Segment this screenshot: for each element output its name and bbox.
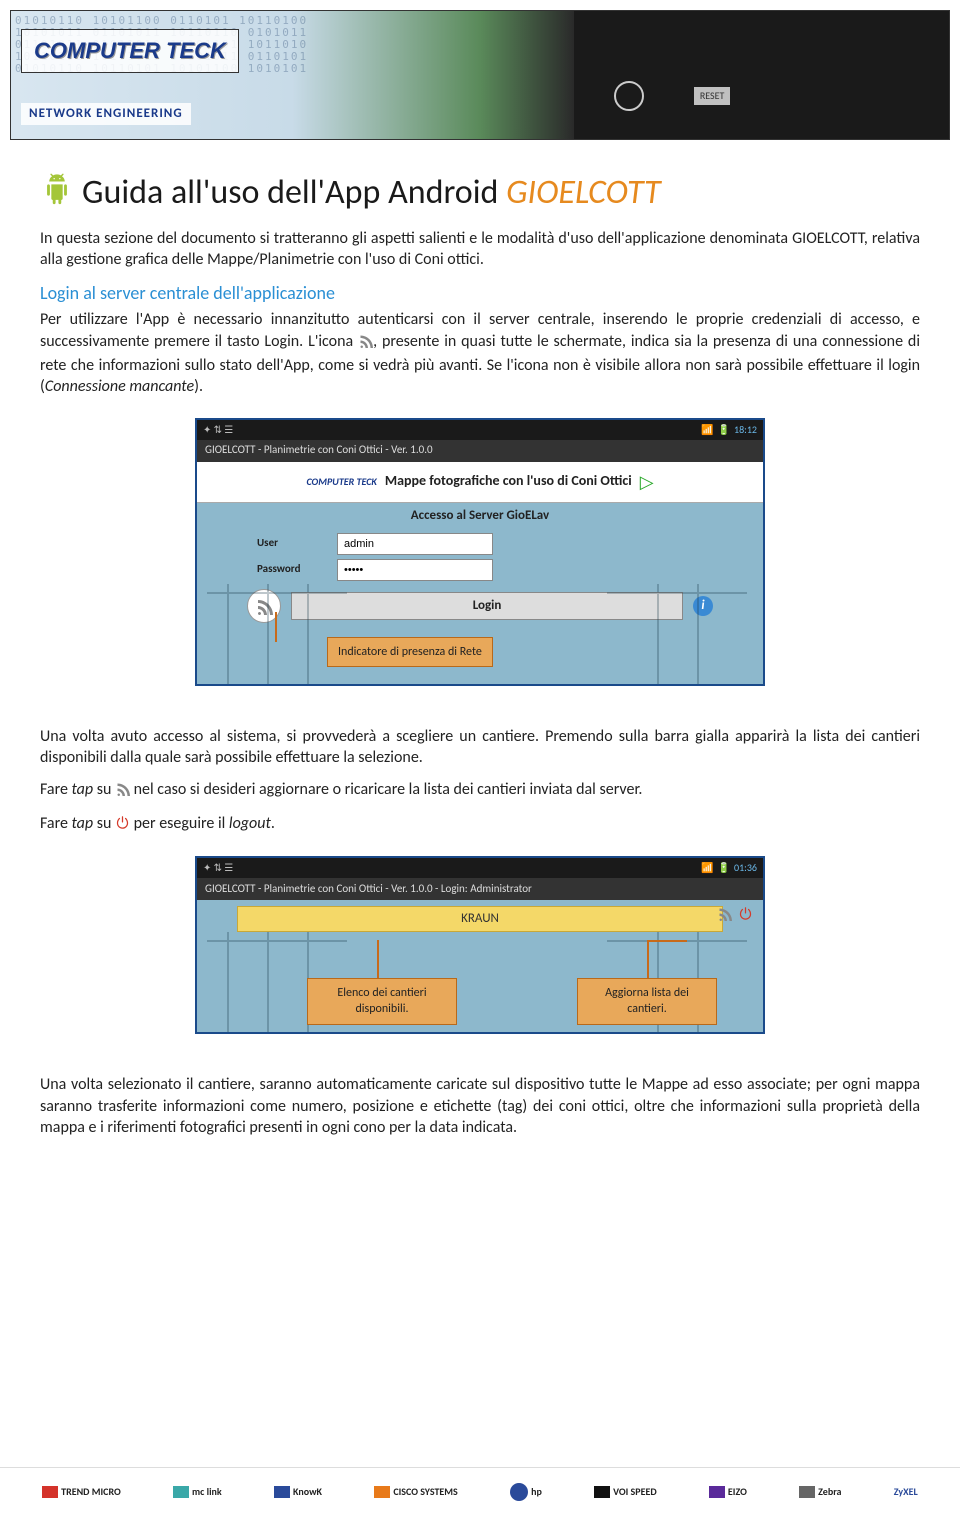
- rss-icon: [115, 781, 130, 803]
- app-titlebar: GIOELCOTT - Planimetrie con Coni Ottici …: [197, 440, 763, 462]
- callout-connector-left: [377, 940, 379, 980]
- page-title: Guida all'uso dell'App Android GIOELCOTT: [82, 170, 661, 216]
- p3-b: su: [93, 780, 115, 799]
- section-heading-login: Login al server centrale dell'applicazio…: [40, 281, 920, 305]
- status-left-icons: ✦ ⇅ ☰: [203, 423, 233, 437]
- login-header-text: Mappe fotografiche con l'uso di Coni Ott…: [385, 472, 632, 491]
- p3-c: nel caso si desideri aggiornare o ricari…: [130, 780, 642, 799]
- p3-a: Fare: [40, 780, 72, 799]
- callout-connector: [275, 612, 277, 642]
- page-title-row: Guida all'uso dell'App Android GIOELCOTT: [40, 170, 920, 216]
- logo-cisco: CISCO SYSTEMS: [374, 1485, 457, 1499]
- refresh-rss-icon[interactable]: [717, 906, 732, 928]
- rss-icon: [358, 333, 373, 355]
- status-left-icons: ✦ ⇅ ☰: [203, 861, 233, 875]
- paragraph-4: Fare tap su per eseguire il logout.: [40, 813, 920, 837]
- title-highlight: GIOELCOTT: [506, 172, 660, 213]
- brand-tagline: NETWORK ENGINEERING: [21, 103, 191, 125]
- login-screenshot: ✦ ⇅ ☰ 📶 🔋 18:12 GIOELCOTT - Planimetrie …: [195, 418, 765, 686]
- login-brand: COMPUTER TECK: [306, 475, 376, 489]
- android-status-bar: ✦ ⇅ ☰ 📶 🔋 18:12: [197, 420, 763, 440]
- p3-tap: tap: [72, 780, 94, 799]
- title-prefix: Guida all'uso dell'App Android: [82, 172, 506, 213]
- paragraph-5: Una volta selezionato il cantiere, saran…: [40, 1074, 920, 1139]
- paragraph-2: Una volta avuto accesso al sistema, si p…: [40, 726, 920, 769]
- logo-knowk: KnowK: [274, 1485, 322, 1499]
- logo-eizo: EIZO: [709, 1485, 747, 1499]
- user-input[interactable]: [337, 533, 493, 555]
- logo-trend: TREND MICRO: [42, 1485, 121, 1499]
- p4-b: su: [93, 814, 115, 833]
- callout-connector-right-h: [647, 940, 687, 942]
- section1-paragraph: Per utilizzare l'App è necessario innanz…: [40, 309, 920, 397]
- logo-zebra: Zebra: [799, 1485, 841, 1499]
- status-right: 📶 🔋 01:36: [701, 861, 757, 875]
- login-header: COMPUTER TECK Mappe fotografiche con l'u…: [197, 462, 763, 503]
- network-indicator-callout: Indicatore di presenza di Rete: [327, 637, 493, 667]
- header-banner: 01010110 10101100 0110101 10110100 10101…: [10, 10, 950, 140]
- cantieri-body: KRAUN Elenco dei cantieri disponibili. A…: [197, 900, 763, 1032]
- footer-partner-logos: TREND MICRO mc link KnowK CISCO SYSTEMS …: [0, 1467, 960, 1515]
- android-status-bar: ✦ ⇅ ☰ 📶 🔋 01:36: [197, 858, 763, 878]
- user-label: User: [257, 536, 327, 551]
- logo-mclink: mc link: [173, 1485, 222, 1499]
- play-icon: ▷: [640, 470, 654, 494]
- wifi-icon: 📶: [701, 423, 713, 437]
- brand-logo: COMPUTER TECK: [21, 29, 239, 73]
- p4-logout: logout: [229, 814, 271, 833]
- callout-cantieri-list: Elenco dei cantieri disponibili.: [307, 978, 457, 1024]
- login-subheader: Accesso al Server GioELav: [197, 503, 763, 529]
- callout-refresh-list: Aggiorna lista dei cantieri.: [577, 978, 717, 1024]
- login-body: COMPUTER TECK Mappe fotografiche con l'u…: [197, 462, 763, 684]
- logo-zyxel: ZyXEL: [894, 1485, 918, 1499]
- p4-c: per eseguire il: [130, 814, 229, 833]
- logo-hp: hp: [510, 1483, 542, 1501]
- logo-voispeed: VOI SPEED: [594, 1485, 657, 1499]
- battery-icon: 🔋: [718, 423, 730, 437]
- p4-a: Fare: [40, 814, 72, 833]
- intro-paragraph: In questa sezione del documento si tratt…: [40, 228, 920, 271]
- status-time: 01:36: [734, 861, 757, 875]
- p4-d: .: [271, 814, 275, 833]
- paragraph-3: Fare tap su nel caso si desideri aggiorn…: [40, 779, 920, 803]
- cantieri-screenshot: ✦ ⇅ ☰ 📶 🔋 01:36 GIOELCOTT - Planimetrie …: [195, 856, 765, 1034]
- status-time: 18:12: [734, 423, 757, 437]
- p4-tap: tap: [72, 814, 94, 833]
- banner-circuit-bg: [574, 11, 949, 139]
- power-icon: [115, 815, 130, 837]
- logout-icon[interactable]: [738, 906, 753, 928]
- wifi-icon: 📶: [701, 861, 713, 875]
- battery-icon: 🔋: [718, 861, 730, 875]
- brand-name: COMPUTER TECK: [34, 38, 226, 63]
- callout-connector-right-v: [647, 940, 649, 978]
- section1-text-c: Connessione mancante: [45, 377, 194, 396]
- status-right: 📶 🔋 18:12: [701, 423, 757, 437]
- section1-text-d: ).: [194, 377, 203, 396]
- android-icon: [40, 173, 74, 214]
- top-action-icons: [717, 906, 753, 928]
- app-titlebar: GIOELCOTT - Planimetrie con Coni Ottici …: [197, 878, 763, 900]
- user-row: User: [257, 533, 703, 555]
